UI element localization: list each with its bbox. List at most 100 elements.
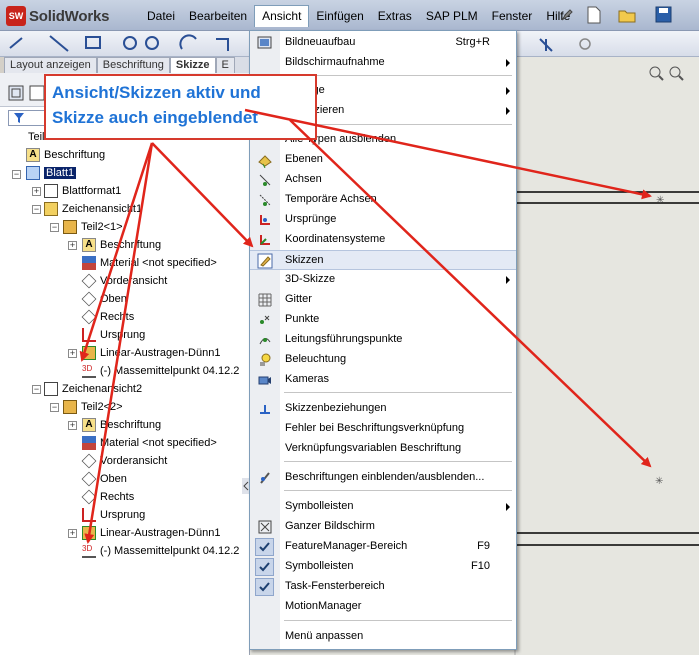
menu-item-skizzen[interactable]: Skizzen	[250, 250, 516, 270]
tree-v2-oben[interactable]: Oben	[81, 470, 127, 488]
menu-item-kameras[interactable]: Kameras	[250, 370, 516, 390]
tab-e[interactable]: E	[215, 57, 235, 73]
menu-extras[interactable]: Extras	[371, 5, 419, 27]
menu-item-skizzenbeziehungen[interactable]: Skizzenbeziehungen	[250, 399, 516, 419]
menu-einfuegen[interactable]: Einfügen	[309, 5, 370, 27]
menu-separator	[284, 124, 512, 125]
plane-icon	[81, 489, 97, 505]
save-icon[interactable]	[654, 6, 674, 24]
tree-v1-ursprung[interactable]: Ursprung	[82, 326, 145, 344]
tree-teil2-2-label: Teil2<2>	[81, 401, 123, 413]
feature-tree-tab-icon[interactable]	[8, 85, 48, 101]
app-name: SolidWorks	[29, 7, 110, 25]
menu-item-achsen[interactable]: Achsen	[250, 170, 516, 190]
camera-icon	[258, 376, 271, 385]
menu-sap-plm[interactable]: SAP PLM	[419, 5, 485, 27]
menu-bearbeiten[interactable]: Bearbeiten	[182, 5, 254, 27]
collapse-teil2-1[interactable]: −	[50, 223, 59, 232]
menu-datei[interactable]: Datei	[140, 5, 182, 27]
tree-zeichenansicht2[interactable]: Zeichenansicht2	[44, 380, 142, 398]
open-folder-icon[interactable]	[618, 6, 638, 24]
tree-v1-material[interactable]: Material <not specified>	[82, 254, 217, 272]
menu-item-beleuchtung[interactable]: Beleuchtung	[250, 350, 516, 370]
tree-v1-material-label: Material <not specified>	[100, 257, 217, 269]
menu-separator	[284, 75, 512, 76]
menu-fenster[interactable]: Fenster	[485, 5, 540, 27]
collapse-teil2-2[interactable]: −	[50, 403, 59, 412]
solidworks-logo-icon: SW	[6, 6, 26, 26]
menu-ansicht[interactable]: Ansicht	[254, 5, 310, 27]
tree-teil2-2[interactable]: Teil2<2>	[63, 398, 123, 416]
tree-v1-rechts[interactable]: Rechts	[81, 308, 134, 326]
expand-beschriftung-2[interactable]: +	[68, 421, 77, 430]
drawing-view-icon	[44, 202, 58, 216]
points-icon	[260, 315, 270, 324]
zoom-icons[interactable]	[648, 65, 688, 83]
fullscreen-icon	[258, 520, 272, 534]
submenu-arrow-icon	[506, 503, 510, 511]
tree-v1-vorderansicht[interactable]: Vorderansicht	[81, 272, 167, 290]
tree-v1-beschriftung[interactable]: A Beschriftung	[82, 236, 161, 254]
menu-item-symbolleisten-f10[interactable]: Symbolleisten F10	[250, 557, 516, 577]
tree-v1-oben[interactable]: Oben	[81, 290, 127, 308]
menu-item-bildneuaufbau[interactable]: Bildneuaufbau Strg+R	[250, 33, 516, 53]
tree-v1-feature-label: Linear-Austragen-Dünn1	[100, 347, 221, 359]
menu-item-temp-achsen[interactable]: Temporäre Achsen	[250, 190, 516, 210]
material-icon	[82, 436, 96, 450]
command-tabs: Layout anzeigen Beschriftung Skizze E	[4, 57, 250, 73]
tree-zeichenansicht1[interactable]: Zeichenansicht1	[44, 200, 142, 218]
tree-v2-ursprung[interactable]: Ursprung	[82, 506, 145, 524]
tree-v2-rechts-label: Rechts	[100, 491, 135, 503]
menu-item-urspruenge[interactable]: Ursprünge	[250, 210, 516, 230]
tree-blatt1[interactable]: Blatt1	[26, 164, 77, 182]
tree-beschriftung[interactable]: A Beschriftung	[26, 146, 105, 164]
menu-item-featuremanager[interactable]: FeatureManager-Bereich F9	[250, 537, 516, 557]
menu-item-ebenen[interactable]: Ebenen	[250, 150, 516, 170]
feature-manager: Teil2 A Beschriftung − Blatt1 + Blattfor…	[0, 73, 250, 655]
menu-item-beschriftungen[interactable]: Beschriftungen einblenden/ausblenden...	[250, 468, 516, 488]
expand-beschriftung-1[interactable]: +	[68, 241, 77, 250]
tree-v1-mass[interactable]: 3D (-) Massemittelpunkt 04.12.2	[82, 362, 239, 380]
expand-blattformat1[interactable]: +	[32, 187, 41, 196]
menu-item-punkte[interactable]: Punkte	[250, 310, 516, 330]
tree-v2-vorderansicht[interactable]: Vorderansicht	[81, 452, 167, 470]
tree-teil2-1[interactable]: Teil2<1>	[63, 218, 123, 236]
tab-beschriftung[interactable]: Beschriftung	[96, 57, 170, 73]
collapse-blatt1[interactable]: −	[12, 170, 21, 179]
tab-skizze[interactable]: Skizze	[169, 57, 216, 73]
menu-item-gitter[interactable]: Gitter	[250, 290, 516, 310]
annotation-icon: A	[82, 238, 96, 252]
tree-zeichenansicht2-label: Zeichenansicht2	[62, 383, 143, 395]
tree-v2-feature[interactable]: Linear-Austragen-Dünn1	[82, 524, 220, 542]
tree-v1-feature[interactable]: Linear-Austragen-Dünn1	[82, 344, 220, 362]
tree-v2-beschriftung[interactable]: A Beschriftung	[82, 416, 161, 434]
collapse-zeichenansicht1[interactable]: −	[32, 205, 41, 214]
menu-item-3d-skizze[interactable]: 3D-Skizze	[250, 270, 516, 290]
menu-item-fehler[interactable]: Fehler bei Beschriftungsverknüpfung	[250, 419, 516, 439]
menu-item-symbolleisten[interactable]: Symbolleisten	[250, 497, 516, 517]
tree-v2-ursprung-label: Ursprung	[100, 509, 146, 521]
menu-item-leitung[interactable]: Leitungsführungspunkte	[250, 330, 516, 350]
menu-item-koordinatensysteme[interactable]: Koordinatensysteme	[250, 230, 516, 250]
pin-icon[interactable]	[556, 6, 576, 24]
collapse-zeichenansicht2[interactable]: −	[32, 385, 41, 394]
menu-item-motionmanager[interactable]: MotionManager	[250, 597, 516, 617]
checkmark-icon	[255, 578, 274, 596]
tree-blatt1-label: Blatt1	[44, 167, 77, 179]
menu-item-verknuepfung[interactable]: Verknüpfungsvariablen Beschriftung	[250, 439, 516, 459]
tab-layout-anzeigen[interactable]: Layout anzeigen	[4, 57, 97, 73]
menu-item-menue-anpassen[interactable]: Menü anpassen	[250, 627, 516, 647]
menu-item-bildschirmaufnahme[interactable]: Bildschirmaufnahme	[250, 53, 516, 73]
tree-v2-rechts[interactable]: Rechts	[81, 488, 135, 506]
menu-item-ganzer-bildschirm[interactable]: Ganzer Bildschirm	[250, 517, 516, 537]
expand-feature-1[interactable]: +	[68, 349, 77, 358]
center-of-mass-icon: 3D	[82, 544, 96, 558]
tree-v2-mass[interactable]: 3D (-) Massemittelpunkt 04.12.2	[82, 542, 239, 560]
expand-feature-2[interactable]: +	[68, 529, 77, 538]
new-document-icon[interactable]	[584, 6, 604, 24]
tree-blattformat1[interactable]: Blattformat1	[44, 182, 121, 200]
menu-item-task-fensterbereich[interactable]: Task-Fensterbereich	[250, 577, 516, 597]
plane-icon	[81, 291, 97, 307]
axes-icon	[259, 174, 271, 186]
tree-v2-material[interactable]: Material <not specified>	[82, 434, 217, 452]
